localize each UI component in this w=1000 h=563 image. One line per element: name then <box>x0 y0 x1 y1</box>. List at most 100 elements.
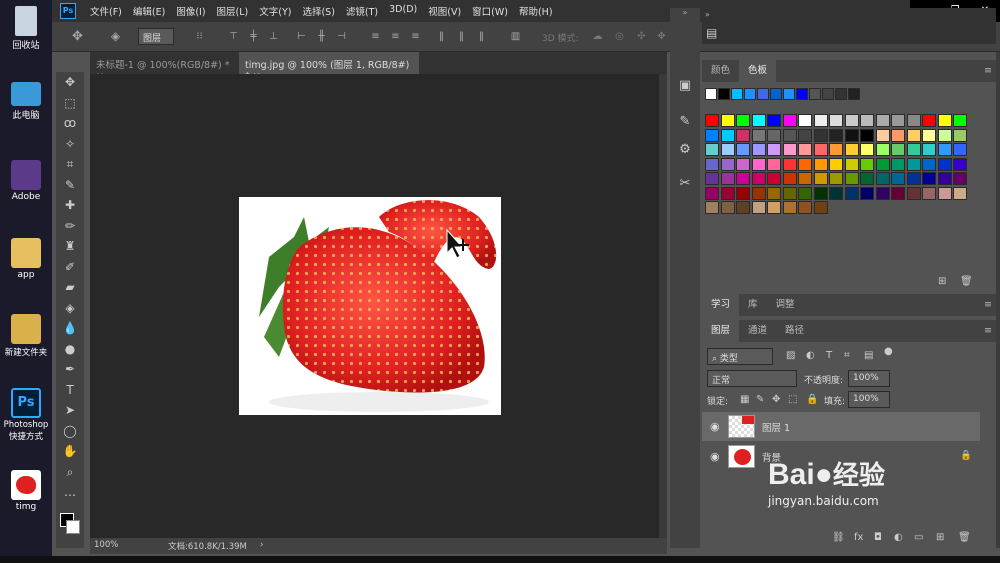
fill-input[interactable]: 100% <box>848 391 890 408</box>
swatch[interactable] <box>875 114 890 127</box>
more-tools-icon[interactable]: … <box>56 482 84 503</box>
swatch[interactable] <box>860 186 874 200</box>
lock-position-icon[interactable]: ✥ <box>772 394 780 405</box>
swatch[interactable] <box>720 143 735 156</box>
align-top-icon[interactable]: ⊤ <box>228 31 239 42</box>
swatch[interactable] <box>798 172 812 185</box>
swatch[interactable] <box>906 157 921 171</box>
swatch[interactable] <box>860 172 874 185</box>
swatch[interactable] <box>813 128 828 142</box>
swatch[interactable] <box>782 143 797 156</box>
swatch[interactable] <box>751 143 766 156</box>
trash-icon[interactable]: 🗑 <box>960 276 973 287</box>
swatch[interactable] <box>937 186 952 200</box>
swatch[interactable] <box>953 186 967 200</box>
hand-tool-icon[interactable]: ✋ <box>56 441 84 462</box>
swatch[interactable] <box>829 157 843 171</box>
swatch[interactable] <box>796 88 808 100</box>
shape-filter-icon[interactable]: ⌗ <box>844 350 850 361</box>
swatch[interactable] <box>705 114 719 127</box>
swatch[interactable] <box>906 172 921 185</box>
swatch[interactable] <box>937 172 952 185</box>
shape-tool-icon[interactable]: ◯ <box>56 421 84 442</box>
history-icon[interactable]: ▤ <box>706 26 717 40</box>
swatch[interactable] <box>767 186 781 200</box>
swatch[interactable] <box>891 157 905 171</box>
swatch[interactable] <box>736 186 750 200</box>
swatch[interactable] <box>922 172 936 185</box>
adjustment-filter-icon[interactable]: ◐ <box>806 350 815 361</box>
panel-menu-icon[interactable]: ≡ <box>984 294 992 316</box>
lock-pixels-icon[interactable]: ✎ <box>756 394 764 405</box>
swatch[interactable] <box>783 88 795 100</box>
swatch[interactable] <box>813 172 828 185</box>
zoom-tool-icon[interactable]: ⌕ <box>56 462 84 483</box>
layer-select-dropdown[interactable]: 图层 <box>138 28 174 45</box>
swatch[interactable] <box>767 201 781 214</box>
adjustment-layer-icon[interactable]: ◐ <box>894 532 903 543</box>
swatch[interactable] <box>767 157 781 171</box>
distribute-top-icon[interactable]: ≡ <box>370 31 381 42</box>
swatch[interactable] <box>705 172 719 185</box>
desktop-icon-photoshop[interactable]: Ps Photoshop 快捷方式 <box>0 388 52 442</box>
swatch[interactable] <box>767 114 781 127</box>
swatch[interactable] <box>720 114 735 127</box>
pen-tool-icon[interactable]: ✒ <box>56 359 84 380</box>
menu-file[interactable]: 文件(F) <box>90 4 122 18</box>
swatch[interactable] <box>848 88 860 100</box>
auto-align-icon[interactable]: ▥ <box>510 31 521 42</box>
tab-libraries[interactable]: 库 <box>739 294 767 316</box>
lasso-tool-icon[interactable]: ꝏ <box>56 113 84 134</box>
collapse-icon[interactable]: » <box>705 10 710 19</box>
3d-slide-icon[interactable]: ✥ <box>656 31 667 42</box>
paint-bucket-tool-icon[interactable]: ◈ <box>56 298 84 319</box>
swatch[interactable] <box>705 143 719 156</box>
swatch[interactable] <box>751 128 766 142</box>
swatch[interactable] <box>813 186 828 200</box>
swatch[interactable] <box>731 88 743 100</box>
swatch[interactable] <box>813 201 828 214</box>
swatch[interactable] <box>705 88 717 100</box>
swatch[interactable] <box>937 128 952 142</box>
swatch[interactable] <box>891 186 905 200</box>
move-tool-icon[interactable]: ✥ <box>56 72 84 93</box>
3d-rotate-icon[interactable]: ☁ <box>592 31 603 42</box>
swatch[interactable] <box>767 143 781 156</box>
menu-select[interactable]: 选择(S) <box>302 4 334 18</box>
tab-swatches[interactable]: 色板 <box>739 60 777 82</box>
swatch[interactable] <box>798 157 812 171</box>
swatch[interactable] <box>829 186 843 200</box>
tab-adjustments[interactable]: 调整 <box>767 294 804 316</box>
menu-window[interactable]: 窗口(W) <box>472 4 508 18</box>
distribute-vcenter-icon[interactable]: ≡ <box>390 31 401 42</box>
swatch[interactable] <box>720 157 735 171</box>
swatch[interactable] <box>953 143 967 156</box>
menu-3d[interactable]: 3D(D) <box>389 4 417 18</box>
swatch[interactable] <box>767 172 781 185</box>
swatch[interactable] <box>767 128 781 142</box>
swatch[interactable] <box>875 186 890 200</box>
swatch[interactable] <box>953 157 967 171</box>
chevron-right-icon[interactable]: › <box>260 540 263 550</box>
swatch[interactable] <box>751 114 766 127</box>
opacity-input[interactable]: 100% <box>848 370 890 387</box>
eraser-tool-icon[interactable]: ▰ <box>56 277 84 298</box>
swatch[interactable] <box>798 128 812 142</box>
swatch[interactable] <box>860 157 874 171</box>
swatch[interactable] <box>829 128 843 142</box>
3d-panel-icon[interactable]: ▣ <box>670 72 700 100</box>
blend-mode-dropdown[interactable]: 正常 <box>707 370 797 387</box>
swatch[interactable] <box>770 88 782 100</box>
swatch[interactable] <box>705 186 719 200</box>
swatch[interactable] <box>705 157 719 171</box>
adjustments-icon[interactable]: ⚙ <box>670 136 700 164</box>
distribute-left-icon[interactable]: ‖ <box>436 31 447 42</box>
swatch[interactable] <box>829 172 843 185</box>
crop-tool-icon[interactable]: ⌗ <box>56 154 84 175</box>
swatch[interactable] <box>891 143 905 156</box>
healing-brush-tool-icon[interactable]: ✚ <box>56 195 84 216</box>
align-hcenter-icon[interactable]: ╫ <box>316 31 327 42</box>
swatch[interactable] <box>705 128 719 142</box>
swatch[interactable] <box>829 114 843 127</box>
tab-paths[interactable]: 路径 <box>776 320 813 342</box>
